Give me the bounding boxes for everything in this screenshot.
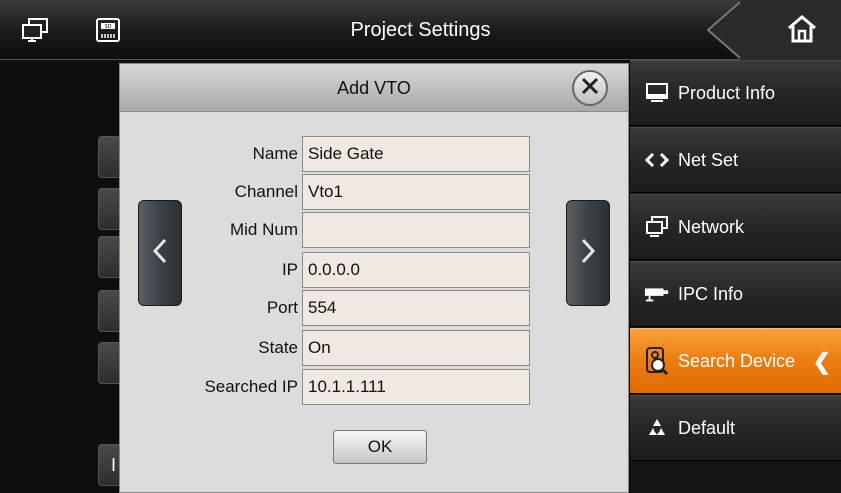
sidebar: Product Info Net Set Network IPC Info Se…	[630, 60, 841, 493]
form-row-channel: Channel Vto1	[120, 174, 628, 210]
svg-text:SD: SD	[104, 24, 111, 30]
searched-ip-field[interactable]: 10.1.1.111	[302, 369, 530, 405]
ip-label: IP	[281, 260, 298, 279]
sidebar-item-product-info[interactable]: Product Info	[630, 60, 841, 126]
search-device-icon	[644, 347, 670, 375]
network-icon[interactable]	[20, 16, 52, 44]
channel-label: Channel	[234, 182, 298, 201]
state-field[interactable]: On	[302, 330, 530, 366]
add-vto-dialog: Add VTO Name Side Gate Channel Vto1 Mid …	[119, 63, 629, 493]
mid-num-label: Mid Num	[229, 220, 298, 239]
top-bar: Project Settings SD	[0, 0, 841, 60]
dialog-header: Add VTO	[120, 64, 628, 112]
port-label: Port	[266, 298, 298, 317]
close-icon	[581, 77, 599, 100]
network-icon	[644, 216, 670, 238]
chevron-left-icon: ❮	[812, 349, 831, 374]
name-label: Name	[252, 144, 298, 163]
form-row-name: Name Side Gate	[120, 136, 628, 172]
form-row-state: State On	[120, 330, 628, 366]
form-row-mid-num: Mid Num	[120, 212, 628, 248]
ok-button[interactable]: OK	[333, 430, 427, 464]
home-button[interactable]	[700, 0, 841, 60]
port-field[interactable]: 554	[302, 290, 530, 326]
sidebar-item-search-device[interactable]: Search Device ❮	[630, 328, 841, 394]
searched-ip-label: Searched IP	[204, 377, 298, 396]
background-button-label: I	[111, 455, 117, 475]
dialog-title: Add VTO	[337, 78, 411, 98]
channel-field[interactable]: Vto1	[302, 174, 530, 210]
close-button[interactable]	[572, 70, 608, 106]
mid-num-field[interactable]	[302, 212, 530, 248]
sidebar-item-label: Network	[678, 216, 745, 237]
state-label: State	[258, 338, 298, 357]
name-field[interactable]: Side Gate	[302, 136, 530, 172]
recycle-icon	[644, 417, 670, 439]
form-row-searched-ip: Searched IP 10.1.1.111	[120, 369, 628, 405]
sidebar-item-label: IPC Info	[678, 283, 744, 304]
sidebar-item-default[interactable]: Default	[630, 395, 841, 461]
sidebar-item-net-set[interactable]: Net Set	[630, 127, 841, 193]
sidebar-item-label: Product Info	[678, 82, 776, 103]
camera-icon	[644, 283, 670, 305]
sd-card-icon[interactable]: SD	[92, 16, 124, 44]
monitor-icon	[644, 82, 670, 104]
code-arrows-icon	[644, 149, 670, 171]
ip-field[interactable]: 0.0.0.0	[302, 252, 530, 288]
sidebar-item-label: Search Device	[678, 350, 796, 371]
form-row-ip: IP 0.0.0.0	[120, 252, 628, 288]
sidebar-item-label: Default	[678, 417, 736, 438]
sidebar-item-ipc-info[interactable]: IPC Info	[630, 261, 841, 327]
home-icon	[786, 14, 818, 49]
sidebar-item-network[interactable]: Network	[630, 194, 841, 260]
form-row-port: Port 554	[120, 290, 628, 326]
sidebar-item-label: Net Set	[678, 149, 739, 170]
home-tab-shape	[706, 0, 841, 60]
